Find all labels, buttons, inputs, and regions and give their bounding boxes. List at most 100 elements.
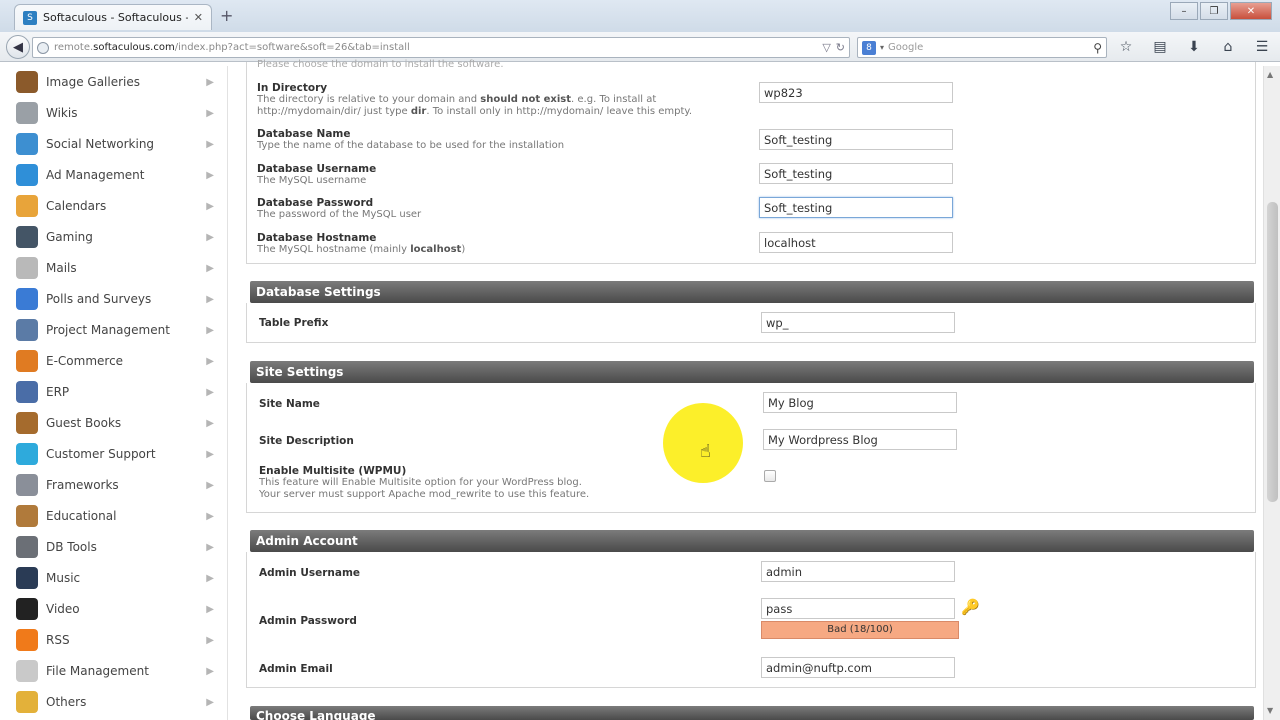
clipboard-icon[interactable]: ▤ xyxy=(1150,39,1170,55)
scroll-up-icon[interactable]: ▲ xyxy=(1267,70,1273,79)
sidebar-item-others[interactable]: Others ▶ xyxy=(0,688,222,716)
browser-tab[interactable]: S Softaculous - Softaculous - W... ✕ xyxy=(14,4,212,30)
site-name-row: Site Name xyxy=(257,392,1247,416)
scroll-down-icon[interactable]: ▼ xyxy=(1267,706,1273,715)
admin-email-input[interactable] xyxy=(761,657,955,678)
admin-email-label: Admin Email xyxy=(259,663,333,675)
sidebar-item-music[interactable]: Music ▶ xyxy=(0,564,222,592)
database-username-input[interactable] xyxy=(759,163,953,184)
database-password-row: Database Password The password of the My… xyxy=(257,197,1247,223)
search-icon[interactable]: ⚲ xyxy=(1093,41,1102,55)
generate-password-key-icon[interactable]: 🔑 xyxy=(961,598,980,616)
sidebar-item-label: Social Networking xyxy=(46,137,155,151)
close-tab-icon[interactable]: ✕ xyxy=(194,11,203,24)
sidebar-item-social-networking[interactable]: Social Networking ▶ xyxy=(0,130,222,158)
sidebar-item-gaming[interactable]: Gaming ▶ xyxy=(0,223,222,251)
sidebar-item-mails[interactable]: Mails ▶ xyxy=(0,254,222,282)
chevron-right-icon: ▶ xyxy=(206,417,214,429)
softaculous-favicon-icon: S xyxy=(23,10,37,25)
menu-icon[interactable]: ☰ xyxy=(1252,39,1272,55)
sidebar-item-educational[interactable]: Educational ▶ xyxy=(0,502,222,530)
chevron-right-icon: ▶ xyxy=(206,231,214,243)
multisite-row: Enable Multisite (WPMU) This feature wil… xyxy=(257,465,1247,505)
sidebar-item-guest-books[interactable]: Guest Books ▶ xyxy=(0,409,222,437)
table-prefix-input[interactable] xyxy=(761,312,955,333)
search-bar[interactable]: 8 ▾ Google ⚲ xyxy=(857,37,1107,58)
sidebar-item-erp[interactable]: ERP ▶ xyxy=(0,378,222,406)
database-name-row: Database Name Type the name of the datab… xyxy=(257,128,1247,154)
chevron-right-icon: ▶ xyxy=(206,76,214,88)
sidebar-item-label: Wikis xyxy=(46,106,78,120)
google-icon[interactable]: 8 xyxy=(862,40,876,55)
gaming-icon xyxy=(16,226,38,248)
sidebar-item-project-management[interactable]: Project Management ▶ xyxy=(0,316,222,344)
image-galleries-icon xyxy=(16,71,38,93)
back-icon[interactable]: ◀ xyxy=(6,35,30,59)
database-hostname-input[interactable] xyxy=(759,232,953,253)
others-icon xyxy=(16,691,38,713)
close-window-icon[interactable]: ✕ xyxy=(1230,2,1272,20)
sidebar-item-label: RSS xyxy=(46,633,70,647)
admin-username-label: Admin Username xyxy=(259,567,361,579)
database-password-input[interactable] xyxy=(759,197,953,218)
site-description-input[interactable] xyxy=(763,429,957,450)
sidebar-item-wikis[interactable]: Wikis ▶ xyxy=(0,99,222,127)
table-prefix-label: Table Prefix xyxy=(259,317,329,329)
site-name-input[interactable] xyxy=(763,392,957,413)
file-management-icon xyxy=(16,660,38,682)
sidebar-item-e-commerce[interactable]: E-Commerce ▶ xyxy=(0,347,222,375)
in-directory-row: In Directory The directory is relative t… xyxy=(257,82,1247,122)
reload-icon[interactable]: ↻ xyxy=(836,41,845,54)
sidebar-item-label: Music xyxy=(46,571,81,585)
chevron-right-icon: ▶ xyxy=(206,634,214,646)
table-prefix-row: Table Prefix xyxy=(257,312,1247,336)
admin-username-input[interactable] xyxy=(761,561,955,582)
url-dropdown-icon[interactable]: ▽ xyxy=(822,41,830,54)
page-scrollbar[interactable]: ▲ ▼ xyxy=(1263,66,1280,720)
database-name-input[interactable] xyxy=(759,129,953,150)
chevron-right-icon: ▶ xyxy=(206,262,214,274)
sidebar-item-label: Polls and Surveys xyxy=(46,292,152,306)
in-directory-input[interactable] xyxy=(759,82,953,103)
chevron-right-icon: ▶ xyxy=(206,541,214,553)
video-icon xyxy=(16,598,38,620)
restore-icon[interactable]: ❐ xyxy=(1200,2,1228,20)
chevron-right-icon: ▶ xyxy=(206,200,214,212)
chevron-right-icon: ▶ xyxy=(206,293,214,305)
window-controls: – ❐ ✕ xyxy=(1170,2,1272,20)
sidebar-item-rss[interactable]: RSS ▶ xyxy=(0,626,222,654)
sidebar-item-calendars[interactable]: Calendars ▶ xyxy=(0,192,222,220)
home-icon[interactable]: ⌂ xyxy=(1218,39,1238,55)
sidebar-item-video[interactable]: Video ▶ xyxy=(0,595,222,623)
rss-icon xyxy=(16,629,38,651)
chevron-right-icon: ▶ xyxy=(206,603,214,615)
sidebar-item-frameworks[interactable]: Frameworks ▶ xyxy=(0,471,222,499)
sidebar-item-label: Project Management xyxy=(46,323,170,337)
bookmark-star-icon[interactable]: ☆ xyxy=(1116,39,1136,55)
db-tools-icon xyxy=(16,536,38,558)
frameworks-icon xyxy=(16,474,38,496)
sidebar-item-file-management[interactable]: File Management ▶ xyxy=(0,657,222,685)
sidebar-item-polls[interactable]: Polls and Surveys ▶ xyxy=(0,285,222,313)
download-icon[interactable]: ⬇ xyxy=(1184,39,1204,55)
multisite-checkbox[interactable] xyxy=(764,470,776,482)
sidebar-item-image-galleries[interactable]: Image Galleries ▶ xyxy=(0,68,222,96)
polls-icon xyxy=(16,288,38,310)
new-tab-icon[interactable]: + xyxy=(220,6,233,25)
database-settings-panel: Table Prefix xyxy=(246,303,1256,343)
in-directory-hint: The directory is relative to your domain… xyxy=(257,94,747,118)
sidebar-item-customer-support[interactable]: Customer Support ▶ xyxy=(0,440,222,468)
address-bar[interactable]: remote.softaculous.com/index.php?act=sof… xyxy=(32,37,850,58)
multisite-hint-2: Your server must support Apache mod_rewr… xyxy=(259,489,590,500)
search-engine-dropdown-icon[interactable]: ▾ xyxy=(880,43,884,52)
admin-password-row: Admin Password 🔑 Bad (18/100) xyxy=(257,598,1247,642)
sidebar-item-ad-management[interactable]: Ad Management ▶ xyxy=(0,161,222,189)
minimize-icon[interactable]: – xyxy=(1170,2,1198,20)
database-username-row: Database Username The MySQL username xyxy=(257,163,1247,189)
url-text: remote.softaculous.com/index.php?act=sof… xyxy=(54,42,817,53)
admin-password-input[interactable] xyxy=(761,598,955,619)
scroll-thumb[interactable] xyxy=(1267,202,1278,502)
domain-hint: Please choose the domain to install the … xyxy=(257,59,504,70)
choose-language-header[interactable]: Choose Language xyxy=(250,706,1254,720)
sidebar-item-db-tools[interactable]: DB Tools ▶ xyxy=(0,533,222,561)
